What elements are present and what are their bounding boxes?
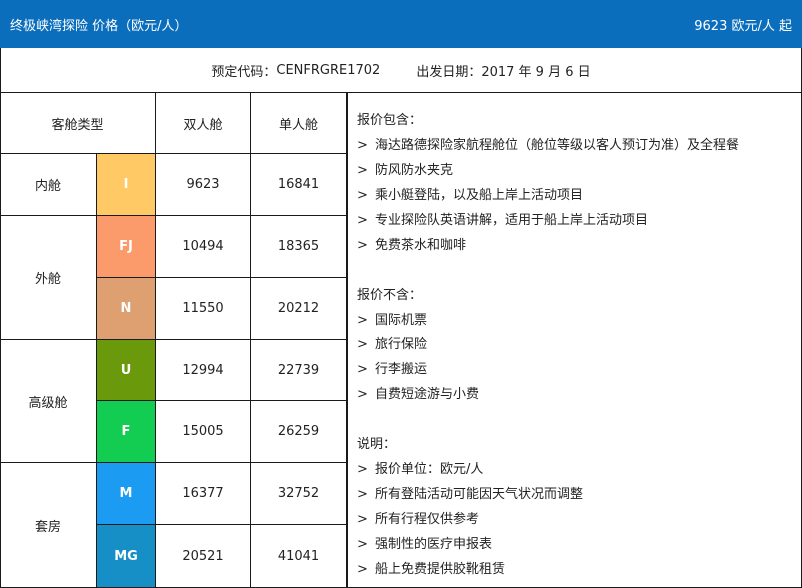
included-title: 报价包含： (357, 113, 423, 128)
excluded-item: > 自费短途游与小费 (357, 387, 480, 402)
booking-info: 预定代码： CENFRGRE1702 出发日期： 2017 年 9 月 6 日 (0, 48, 802, 93)
remark-item: > 报价单位：欧元/人 (357, 462, 484, 477)
cabin-group-suite: 套房 (0, 463, 97, 588)
price-double: 11550 (156, 278, 251, 340)
price-single: 20212 (251, 278, 347, 340)
arrow-icon: > (357, 562, 368, 577)
price-single: 41041 (251, 525, 347, 588)
excluded-item: > 国际机票 (357, 313, 428, 328)
price-double: 20521 (156, 525, 251, 588)
cabin-code-badge: I (97, 154, 156, 216)
remark-item: > 强制性的医疗申报表 (357, 537, 493, 552)
price-single: 18365 (251, 216, 347, 278)
included-item: > 免费茶水和咖啡 (357, 238, 467, 253)
cabin-group-outside: 外舱 (0, 216, 97, 340)
price-double: 16377 (156, 463, 251, 525)
remarks-title: 说明： (357, 437, 397, 452)
arrow-icon: > (357, 362, 368, 377)
excluded-item: > 行李搬运 (357, 362, 428, 377)
departure-date-value: 2017 年 9 月 6 日 (481, 64, 591, 80)
cabin-group-inside: 内舱 (0, 154, 97, 216)
price-double: 9623 (156, 154, 251, 216)
page-title: 终极峡湾探险 价格（欧元/人） (10, 18, 188, 34)
cabin-code-badge: M (97, 463, 156, 525)
price-single: 16841 (251, 154, 347, 216)
arrow-icon: > (357, 537, 368, 552)
cabin-code-badge: FJ (97, 216, 156, 278)
cabin-code-badge: U (97, 340, 156, 401)
arrow-icon: > (357, 188, 368, 203)
column-header-single: 单人舱 (251, 93, 347, 154)
cabin-code-badge: F (97, 401, 156, 463)
booking-code-label: 预定代码： (211, 64, 277, 80)
excluded-item: > 旅行保险 (357, 337, 428, 352)
remark-item: > 所有行程仅供参考 (357, 512, 480, 527)
arrow-icon: > (357, 313, 368, 328)
column-header-cabin-type: 客舱类型 (0, 93, 156, 154)
arrow-icon: > (357, 238, 368, 253)
cabin-group-superior: 高级舱 (0, 340, 97, 463)
remark-item: > 所有登陆活动可能因天气状况而调整 (357, 487, 584, 502)
remark-item: > 船上免费提供胶靴租赁 (357, 562, 506, 577)
arrow-icon: > (357, 213, 368, 228)
arrow-icon: > (357, 487, 368, 502)
price-double: 12994 (156, 340, 251, 401)
included-item: > 专业探险队英语讲解，适用于船上岸上活动项目 (357, 213, 649, 228)
price-single: 22739 (251, 340, 347, 401)
price-single: 26259 (251, 401, 347, 463)
notes-panel: 报价包含： > 海达路德探险家航程舱位（舱位等级以客人预订为准）及全程餐 > 防风防… (347, 93, 802, 588)
price-double: 15005 (156, 401, 251, 463)
header-bar: 终极峡湾探险 价格（欧元/人） 9623 欧元/人 起 (0, 0, 802, 48)
included-item: > 海达路德探险家航程舱位（舱位等级以客人预订为准）及全程餐 (357, 138, 740, 153)
excluded-title: 报价不含： (357, 288, 423, 303)
starting-price: 9623 欧元/人 起 (694, 18, 792, 34)
arrow-icon: > (357, 512, 368, 527)
cabin-code-badge: MG (97, 525, 156, 588)
booking-code-value: CENFRGRE1702 (276, 62, 381, 78)
arrow-icon: > (357, 337, 368, 352)
column-header-double: 双人舱 (156, 93, 251, 154)
included-item: > 防风防水夹克 (357, 163, 454, 178)
arrow-icon: > (357, 387, 368, 402)
price-table: 客舱类型 双人舱 单人舱 内舱 外舱 高级舱 套房 I 9623 16841 F… (0, 93, 347, 588)
arrow-icon: > (357, 163, 368, 178)
price-single: 32752 (251, 463, 347, 525)
arrow-icon: > (357, 138, 368, 153)
cabin-code-badge: N (97, 278, 156, 340)
arrow-icon: > (357, 462, 368, 477)
price-double: 10494 (156, 216, 251, 278)
included-item: > 乘小艇登陆，以及船上岸上活动项目 (357, 188, 584, 203)
departure-date-label: 出发日期： (416, 64, 482, 80)
